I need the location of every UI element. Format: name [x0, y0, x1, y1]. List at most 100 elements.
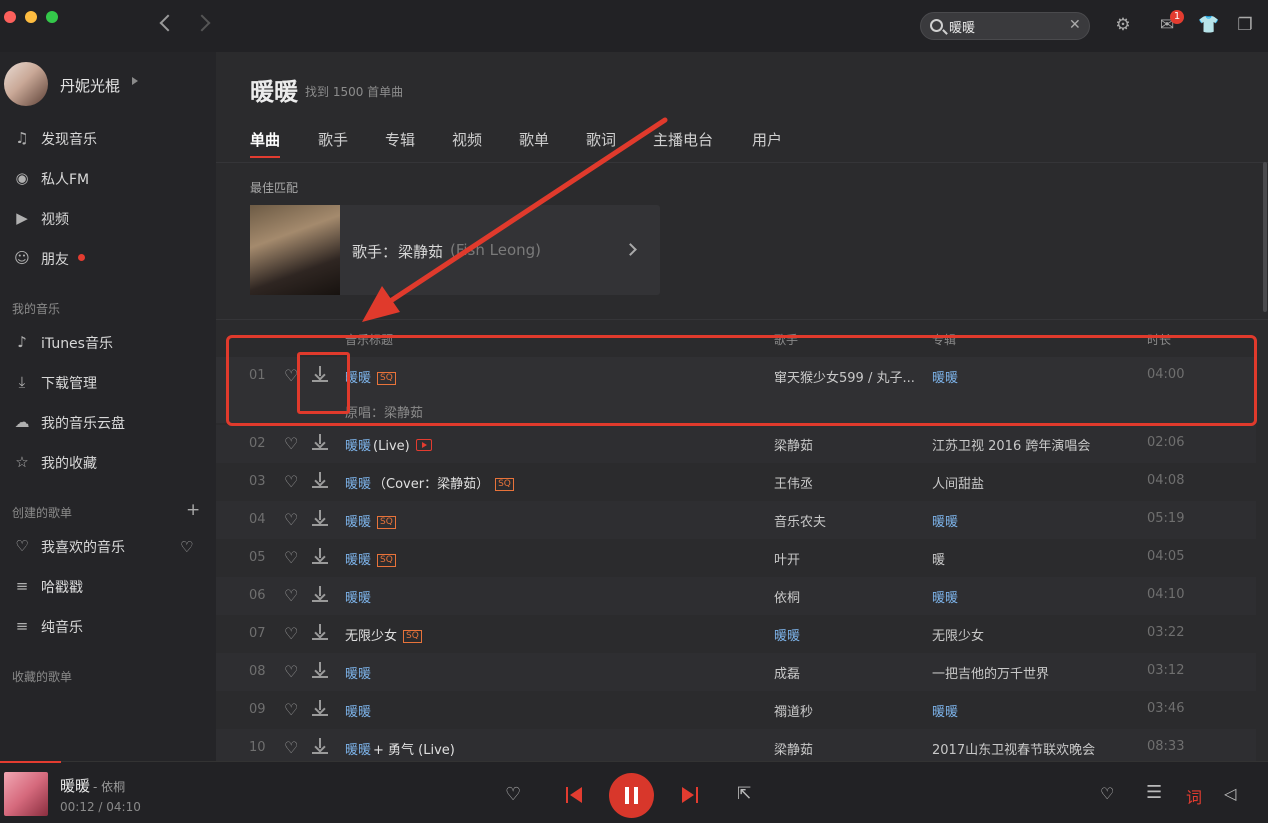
next-icon[interactable]	[682, 787, 700, 803]
like-icon[interactable]: ♡	[505, 784, 521, 805]
sidebar-item-downloads[interactable]: ⤓ 下载管理	[0, 366, 216, 398]
sidebar-item-video[interactable]: ▶ 视频	[0, 202, 216, 234]
heart-icon[interactable]: ♡	[284, 738, 298, 757]
song-album[interactable]: 暖	[932, 549, 945, 568]
tab-videos[interactable]: 视频	[452, 129, 482, 150]
table-row[interactable]: 10 ♡ 暖暖 + 勇气 (Live) 梁静茹 2017山东卫视春节联欢晚会 08:33	[216, 729, 1256, 761]
song-album[interactable]: 人间甜盐	[932, 473, 984, 492]
window-minimize-button[interactable]	[25, 11, 37, 23]
volume-icon[interactable]: ◁	[1224, 784, 1236, 803]
song-artist[interactable]: 叶开	[774, 549, 800, 568]
table-row[interactable]: 09 ♡ 暖暖 禤道秒 暖暖 03:46	[216, 691, 1256, 729]
heart-icon[interactable]: ♡	[284, 662, 298, 681]
table-row[interactable]: 05 ♡ 暖暖 SQ 叶开 暖 04:05	[216, 539, 1256, 577]
song-album[interactable]: 暖暖	[932, 587, 958, 606]
tab-users[interactable]: 用户	[752, 129, 782, 150]
download-icon[interactable]	[312, 699, 328, 717]
song-album[interactable]: 暖暖	[932, 701, 958, 720]
song-album[interactable]: 一把吉他的万千世界	[932, 663, 1049, 682]
song-artist[interactable]: 梁静茹	[774, 739, 813, 758]
pause-button[interactable]	[609, 773, 654, 818]
download-icon[interactable]	[312, 509, 328, 527]
table-row[interactable]: 03 ♡ 暖暖 （Cover：梁静茹） SQ 王伟丞 人间甜盐 04:08	[216, 463, 1256, 501]
heart-icon[interactable]: ♡	[284, 434, 298, 453]
song-title[interactable]: 暖暖	[345, 701, 371, 720]
sidebar-item-playlist[interactable]: ≡ 哈戳戳	[0, 570, 216, 602]
download-icon[interactable]	[312, 623, 328, 641]
table-row[interactable]: 07 ♡ 无限少女 SQ 暖暖 无限少女 03:22	[216, 615, 1256, 653]
sidebar-item-discover[interactable]: ♫ 发现音乐	[0, 122, 216, 154]
sidebar-item-favorites[interactable]: ☆ 我的收藏	[0, 446, 216, 478]
skin-icon[interactable]: 👕	[1198, 14, 1220, 36]
song-artist[interactable]: 依桐	[774, 587, 800, 606]
tab-songs[interactable]: 单曲	[250, 129, 280, 150]
close-icon[interactable]: ✕	[1069, 17, 1081, 33]
table-row[interactable]: 08 ♡ 暖暖 成磊 一把吉他的万千世界 03:12	[216, 653, 1256, 691]
sidebar-item-fm[interactable]: ◉ 私人FM	[0, 162, 216, 194]
forward-icon[interactable]	[193, 14, 211, 32]
song-album[interactable]: 暖暖	[932, 511, 958, 530]
mv-icon[interactable]	[415, 439, 432, 451]
heart-icon[interactable]: ♡	[284, 472, 298, 491]
tab-albums[interactable]: 专辑	[385, 129, 415, 150]
song-artist[interactable]: 成磊	[774, 663, 800, 682]
heartbeat-mode-icon[interactable]: ♡	[180, 538, 193, 556]
download-icon[interactable]	[312, 433, 328, 451]
sidebar-item-friends[interactable]: ☺ 朋友	[0, 242, 216, 274]
song-album[interactable]: 2017山东卫视春节联欢晚会	[932, 739, 1095, 758]
heart-icon[interactable]: ♡	[284, 510, 298, 529]
download-icon[interactable]	[312, 547, 328, 565]
song-album[interactable]: 无限少女	[932, 625, 984, 644]
best-match-card[interactable]: 歌手： 梁静茹 (Fish Leong)	[250, 205, 660, 295]
now-playing-title[interactable]: 暖暖	[60, 775, 90, 796]
add-playlist-icon[interactable]: +	[186, 500, 200, 520]
download-icon[interactable]	[312, 661, 328, 679]
share-icon[interactable]: ⇱	[737, 784, 751, 804]
tab-playlists[interactable]: 歌单	[519, 129, 549, 150]
sidebar-item-cloud[interactable]: ☁ 我的音乐云盘	[0, 406, 216, 438]
song-title[interactable]: 暖暖 (Live)	[345, 435, 432, 454]
download-icon[interactable]	[312, 737, 328, 755]
tab-artists[interactable]: 歌手	[318, 129, 348, 150]
caret-right-icon[interactable]	[132, 77, 138, 85]
song-artist[interactable]: 梁静茹	[774, 435, 813, 454]
back-icon[interactable]	[159, 14, 177, 32]
table-row[interactable]: 04 ♡ 暖暖 SQ 音乐农夫 暖暖 05:19	[216, 501, 1256, 539]
heart-icon[interactable]: ♡	[284, 548, 298, 567]
tab-lyrics[interactable]: 歌词	[586, 129, 616, 150]
song-album[interactable]: 江苏卫视 2016 跨年演唱会	[932, 435, 1090, 454]
mini-player-icon[interactable]: ❐	[1234, 14, 1256, 36]
song-artist[interactable]: 音乐农夫	[774, 511, 826, 530]
song-title[interactable]: 暖暖 + 勇气 (Live)	[345, 739, 455, 758]
sidebar-item-itunes[interactable]: ♪ iTunes音乐	[0, 326, 216, 358]
sidebar-item-playlist[interactable]: ≡ 纯音乐	[0, 610, 216, 642]
search-input[interactable]	[949, 16, 1069, 36]
sidebar-item-liked[interactable]: ♡ 我喜欢的音乐 ♡	[0, 530, 216, 562]
heart-icon[interactable]: ♡	[284, 700, 298, 719]
song-artist[interactable]: 暖暖	[774, 625, 800, 644]
heartbeat-mode-icon[interactable]: ♡	[1100, 784, 1114, 803]
progress-bar[interactable]	[0, 761, 61, 763]
window-close-button[interactable]	[4, 11, 16, 23]
now-playing-cover[interactable]	[4, 772, 48, 816]
settings-icon[interactable]: ⚙	[1112, 14, 1134, 36]
song-artist[interactable]: 王伟丞	[774, 473, 813, 492]
table-row[interactable]: 02 ♡ 暖暖 (Live) 梁静茹 江苏卫视 2016 跨年演唱会 02:06	[216, 425, 1256, 463]
song-title[interactable]: 暖暖	[345, 587, 371, 606]
previous-icon[interactable]	[566, 787, 584, 803]
download-icon[interactable]	[312, 471, 328, 489]
song-title[interactable]: 暖暖 （Cover：梁静茹） SQ	[345, 473, 514, 492]
song-title[interactable]: 暖暖 SQ	[345, 511, 396, 530]
playlist-icon[interactable]: ☰	[1146, 782, 1162, 803]
song-title[interactable]: 暖暖	[345, 663, 371, 682]
song-artist[interactable]: 禤道秒	[774, 701, 813, 720]
heart-icon[interactable]: ♡	[284, 586, 298, 605]
heart-icon[interactable]: ♡	[284, 624, 298, 643]
tab-radio[interactable]: 主播电台	[653, 129, 713, 150]
avatar[interactable]	[4, 62, 48, 106]
song-title[interactable]: 暖暖 SQ	[345, 549, 396, 568]
download-icon[interactable]	[312, 585, 328, 603]
lyric-icon[interactable]: 词	[1186, 784, 1202, 808]
scrollbar[interactable]	[1263, 162, 1267, 312]
user-name[interactable]: 丹妮光棍	[60, 75, 120, 96]
